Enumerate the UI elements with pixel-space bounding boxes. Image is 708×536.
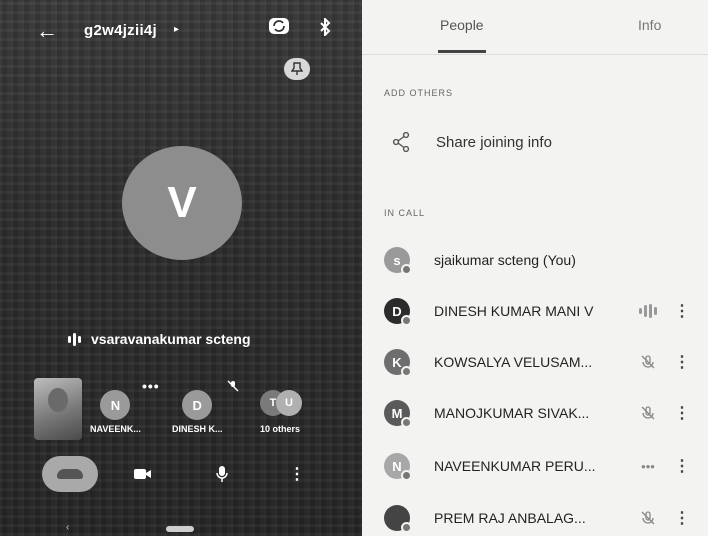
muted-mic-icon [626, 510, 670, 526]
system-back-icon[interactable]: ‹ [66, 522, 69, 533]
people-panel: People Info ADD OTHERS Share joining inf… [362, 0, 708, 536]
participant-more-icon[interactable]: ⋮ [670, 456, 694, 476]
muted-mic-icon [626, 354, 670, 370]
video-camera-icon [134, 469, 151, 479]
participant-name: KOWSALYA VELUSAM... [434, 354, 593, 370]
system-home-pill[interactable] [166, 526, 194, 532]
others-tile-avatars: T U [260, 390, 303, 420]
active-speaker-name: vsaravanakumar scteng [91, 331, 251, 347]
participant-initial: K [392, 354, 402, 370]
in-call-heading: IN CALL [384, 208, 426, 218]
switch-camera-icon[interactable] [268, 17, 290, 35]
participant-more-icon[interactable]: ⋮ [670, 508, 694, 528]
participant-row[interactable]: PREM RAJ ANBALAG... ⋮ [384, 503, 708, 533]
participant-name: MANOJKUMAR SIVAK... [434, 405, 590, 421]
others-avatar: U [276, 390, 303, 416]
tab-info[interactable]: Info [638, 17, 661, 33]
participant-name: NAVEENKUMAR PERU... [434, 458, 596, 474]
meeting-code[interactable]: g2w4jzii4j [84, 22, 157, 39]
participant-avatar: s [384, 247, 412, 275]
tile-more-dots-icon: ••• [142, 378, 160, 394]
ellipsis-icon: ••• [641, 458, 655, 474]
share-joining-info-button[interactable]: Share joining info [392, 132, 552, 152]
participant-tile-label: NAVEENK... [90, 424, 141, 434]
participant-more-icon[interactable]: ⋮ [670, 301, 694, 321]
participant-avatar: D [384, 298, 412, 326]
call-top-bar: ← g2w4jzii4j ▸ [0, 8, 362, 44]
presence-dot [401, 366, 412, 377]
audio-level-icon [626, 304, 670, 318]
presence-dot [401, 470, 412, 481]
tabs-divider [362, 54, 708, 55]
participant-tile-avatar: N [100, 390, 131, 420]
camera-toggle-button[interactable] [128, 456, 158, 492]
participant-avatar: N [384, 453, 412, 481]
more-vertical-icon: ⋮ [289, 466, 305, 483]
call-view: ← g2w4jzii4j ▸ V vsaravanakumar scteng •… [0, 0, 362, 536]
participant-initial: s [393, 252, 401, 268]
microphone-icon [216, 466, 228, 482]
participant-name: DINESH KUMAR MANI V [434, 303, 594, 319]
phone-hangup-icon [57, 469, 83, 479]
pin-icon [291, 62, 303, 75]
audio-level-icon [68, 332, 81, 346]
participant-more-icon[interactable]: ⋮ [670, 403, 694, 423]
hang-up-button[interactable] [42, 456, 98, 492]
tab-people[interactable]: People [440, 17, 484, 33]
participant-tile-label: DINESH K... [172, 424, 223, 434]
participant-tile[interactable]: N NAVEENK... [90, 390, 141, 434]
participant-initial: N [392, 458, 402, 474]
participant-avatar: M [384, 400, 412, 428]
share-icon [392, 132, 410, 152]
more-options-button[interactable]: ⋮ [282, 456, 312, 492]
add-others-heading: ADD OTHERS [384, 88, 454, 98]
participant-name: sjaikumar scteng (You) [434, 252, 576, 268]
self-video-thumbnail[interactable] [34, 378, 82, 440]
participant-row[interactable]: D DINESH KUMAR MANI V ⋮ [384, 296, 708, 326]
active-speaker-avatar: V [122, 146, 242, 260]
participant-more-icon[interactable]: ⋮ [670, 352, 694, 372]
participant-row[interactable]: N NAVEENKUMAR PERU... ••• ⋮ [384, 451, 708, 481]
panel-tabs: People Info [362, 0, 708, 55]
participant-row[interactable]: M MANOJKUMAR SIVAK... ⋮ [384, 398, 708, 428]
participant-initial: D [392, 303, 402, 319]
microphone-toggle-button[interactable] [207, 456, 237, 492]
tile-muted-mic-icon [227, 380, 239, 395]
others-tile-label: 10 others [260, 424, 301, 434]
participant-row[interactable]: s sjaikumar scteng (You) [384, 245, 708, 275]
muted-mic-icon [626, 405, 670, 421]
meeting-details-caret-icon[interactable]: ▸ [174, 24, 179, 35]
active-tab-indicator [438, 50, 486, 53]
presence-dot [401, 264, 412, 275]
presence-dot [401, 522, 412, 533]
participant-initial: M [391, 405, 403, 421]
presence-dot [401, 417, 412, 428]
participant-avatar [384, 505, 412, 533]
pin-button[interactable] [284, 58, 310, 80]
participant-avatar: K [384, 349, 412, 377]
back-arrow-icon[interactable]: ← [36, 20, 58, 42]
bluetooth-audio-icon[interactable] [319, 16, 331, 41]
share-joining-info-label: Share joining info [436, 133, 552, 151]
participant-row[interactable]: K KOWSALYA VELUSAM... ⋮ [384, 347, 708, 377]
presence-dot [401, 315, 412, 326]
participant-tile[interactable]: D DINESH K... [172, 390, 223, 434]
participant-name: PREM RAJ ANBALAG... [434, 510, 586, 526]
others-tile[interactable]: T U 10 others [260, 390, 303, 434]
participant-tile-avatar: D [182, 390, 213, 420]
active-speaker-label: vsaravanakumar scteng [68, 328, 251, 350]
